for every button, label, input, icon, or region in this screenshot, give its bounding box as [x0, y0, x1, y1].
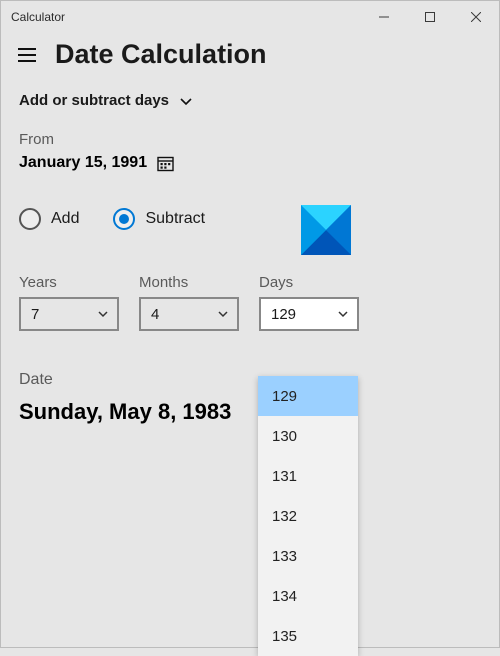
radio-add-circle	[19, 208, 41, 230]
header: Date Calculation	[1, 33, 499, 78]
months-value: 4	[151, 306, 159, 323]
operation-radio-group: Add Subtract	[19, 208, 481, 230]
minimize-button[interactable]	[361, 1, 407, 33]
days-dropdown[interactable]: 129130131132133134135	[258, 376, 358, 656]
days-field: Days 129	[259, 274, 359, 331]
minimize-icon	[379, 12, 389, 22]
calendar-icon	[157, 155, 174, 172]
years-field: Years 7	[19, 274, 119, 331]
days-option[interactable]: 132	[258, 496, 358, 536]
years-value: 7	[31, 306, 39, 323]
page-title: Date Calculation	[55, 39, 267, 70]
days-option[interactable]: 131	[258, 456, 358, 496]
days-combo[interactable]: 129	[259, 297, 359, 331]
radio-subtract-circle	[113, 208, 135, 230]
content: Add or subtract days From January 15, 19…	[1, 78, 499, 425]
duration-fields: Years 7 Months 4 Days 129	[19, 274, 481, 331]
days-option[interactable]: 133	[258, 536, 358, 576]
months-field: Months 4	[139, 274, 239, 331]
chevron-down-icon	[217, 308, 229, 320]
menu-button[interactable]	[15, 43, 39, 67]
mode-label: Add or subtract days	[19, 92, 169, 109]
close-button[interactable]	[453, 1, 499, 33]
radio-add[interactable]: Add	[19, 208, 79, 230]
days-label: Days	[259, 274, 359, 291]
from-label: From	[19, 131, 481, 148]
from-date-picker[interactable]: January 15, 1991	[19, 154, 481, 172]
years-combo[interactable]: 7	[19, 297, 119, 331]
radio-subtract[interactable]: Subtract	[113, 208, 205, 230]
radio-add-label: Add	[51, 210, 79, 228]
chevron-down-icon	[97, 308, 109, 320]
app-logo-icon	[301, 205, 351, 255]
days-option[interactable]: 130	[258, 416, 358, 456]
days-option[interactable]: 135	[258, 616, 358, 656]
days-option[interactable]: 129	[258, 376, 358, 416]
mode-selector[interactable]: Add or subtract days	[19, 78, 481, 123]
months-combo[interactable]: 4	[139, 297, 239, 331]
title-bar: Calculator	[1, 1, 499, 33]
maximize-icon	[425, 12, 435, 22]
hamburger-icon	[18, 48, 36, 62]
chevron-down-icon	[179, 94, 193, 108]
maximize-button[interactable]	[407, 1, 453, 33]
from-date-value: January 15, 1991	[19, 154, 147, 172]
window-title: Calculator	[11, 10, 65, 24]
days-option[interactable]: 134	[258, 576, 358, 616]
close-icon	[471, 12, 481, 22]
days-value: 129	[271, 306, 296, 323]
years-label: Years	[19, 274, 119, 291]
chevron-down-icon	[337, 308, 349, 320]
result-value: Sunday, May 8, 1983	[19, 399, 481, 425]
result-label: Date	[19, 371, 481, 389]
result-block: Date Sunday, May 8, 1983	[19, 371, 481, 425]
radio-subtract-label: Subtract	[145, 210, 205, 228]
months-label: Months	[139, 274, 239, 291]
